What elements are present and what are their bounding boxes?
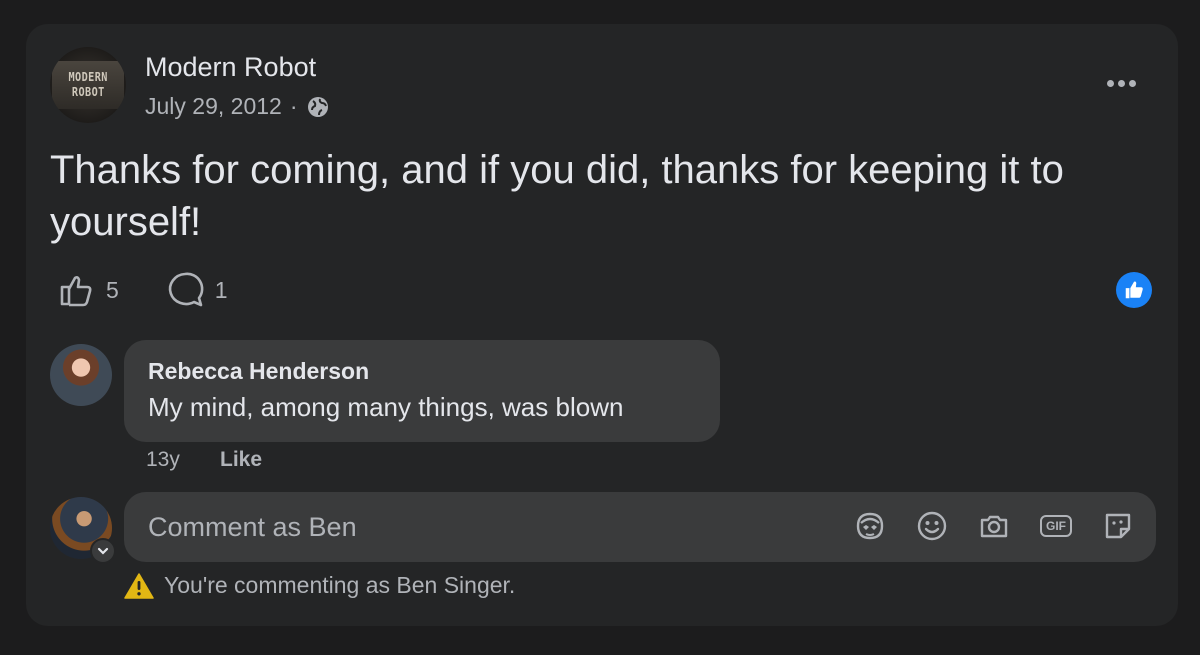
page-name[interactable]: Modern Robot — [145, 52, 316, 83]
gif-button[interactable]: GIF — [1040, 510, 1072, 542]
commenting-as-text: You're commenting as Ben Singer. — [164, 572, 516, 598]
dot-icon — [1106, 79, 1114, 87]
comment-input[interactable] — [148, 492, 828, 562]
sticker-icon — [1105, 513, 1131, 539]
reaction-row: 5 1 — [56, 272, 228, 308]
like-reaction-badge[interactable] — [1116, 272, 1152, 308]
more-options-button[interactable] — [1101, 74, 1141, 92]
globe-icon — [307, 96, 328, 117]
comment-text: My mind, among many things, was blown — [148, 392, 624, 422]
dot-icon — [1117, 79, 1125, 87]
post-date[interactable]: July 29, 2012 — [145, 93, 282, 120]
warning-icon — [124, 572, 154, 599]
avatar-logo-text-1: MODERN — [68, 70, 108, 84]
comment-composer: GIF — [124, 492, 1156, 562]
meta-separator: · — [289, 93, 298, 119]
chevron-down-icon — [97, 547, 109, 555]
post-card: MODERN ROBOT Modern Robot July 29, 2012 … — [26, 24, 1178, 626]
composer-tools: GIF — [854, 510, 1134, 542]
post-text: Thanks for coming, and if you did, thank… — [50, 148, 1064, 244]
camera-icon — [980, 515, 1008, 538]
emoji-button[interactable] — [916, 510, 948, 542]
commenting-as-notice: You're commenting as Ben Singer. — [124, 572, 515, 599]
profile-switch-button[interactable] — [90, 538, 116, 564]
comment-timestamp[interactable]: 13y — [146, 448, 180, 472]
comment-bubble: Rebecca Henderson My mind, among many th… — [124, 340, 720, 442]
comment-count: 1 — [214, 276, 228, 303]
like-count: 5 — [106, 276, 119, 303]
thumbs-up-icon — [60, 276, 92, 307]
sticker-button[interactable] — [1102, 510, 1134, 542]
gif-icon: GIF — [1040, 515, 1072, 537]
dot-icon — [1128, 79, 1136, 87]
comment-button[interactable]: 1 — [165, 270, 228, 310]
emoji-icon — [917, 511, 947, 541]
comment-icon — [168, 272, 204, 307]
page-avatar[interactable]: MODERN ROBOT — [50, 47, 126, 123]
photo-button[interactable] — [978, 510, 1010, 542]
avatar-logo-text-2: ROBOT — [71, 85, 105, 99]
avatar-sticker-icon — [856, 512, 884, 540]
comment-author[interactable]: Rebecca Henderson — [148, 358, 369, 385]
post-meta: July 29, 2012 · — [145, 93, 330, 120]
avatar-sticker-button[interactable] — [854, 510, 886, 542]
comment-like-button[interactable]: Like — [220, 448, 262, 472]
thumbs-up-icon — [1125, 281, 1143, 299]
commenter-avatar[interactable] — [50, 344, 112, 406]
like-button[interactable]: 5 — [56, 270, 119, 310]
